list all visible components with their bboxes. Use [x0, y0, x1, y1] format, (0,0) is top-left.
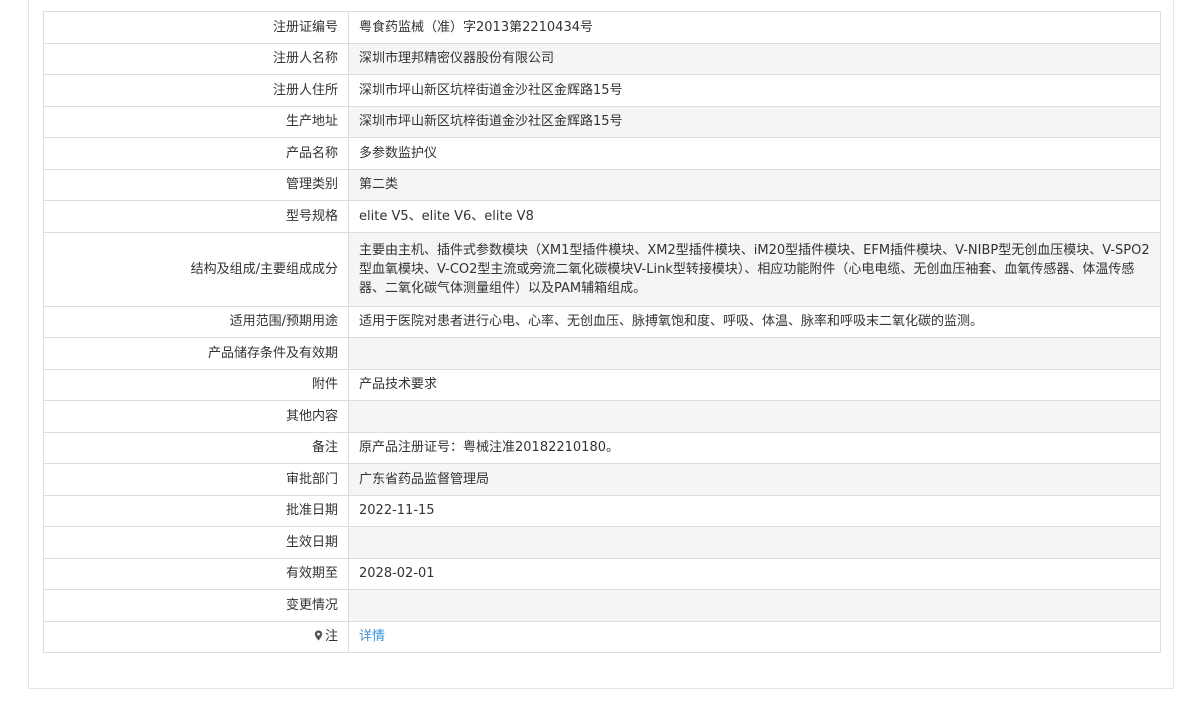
- row-value-other-content: [348, 400, 1161, 433]
- table-row: 产品名称 多参数监护仪: [43, 137, 1161, 170]
- row-label-change-status: 变更情况: [43, 589, 349, 622]
- row-value-structure-composition: 主要由主机、插件式参数模块（XM1型插件模块、XM2型插件模块、iM20型插件模…: [348, 231, 1161, 307]
- row-label-intended-use: 适用范围/预期用途: [43, 305, 349, 338]
- row-value-management-category: 第二类: [348, 168, 1161, 201]
- pin-icon: [314, 628, 323, 641]
- table-row: 附件 产品技术要求: [43, 368, 1161, 401]
- row-value-remarks: 原产品注册证号：粤械注准20182210180。: [348, 431, 1161, 464]
- row-label-structure-composition: 结构及组成/主要组成成分: [43, 231, 349, 307]
- row-label-attachment: 附件: [43, 368, 349, 401]
- row-label-effective-date: 生效日期: [43, 526, 349, 559]
- row-label-remarks: 备注: [43, 431, 349, 464]
- row-label-production-address: 生产地址: [43, 105, 349, 138]
- row-value-model-spec: elite V5、elite V6、elite V8: [348, 200, 1161, 233]
- row-value-product-name: 多参数监护仪: [348, 137, 1161, 170]
- row-label-valid-until: 有效期至: [43, 557, 349, 590]
- table-row: 生效日期: [43, 526, 1161, 559]
- table-row: 注 详情: [43, 620, 1161, 653]
- row-value-intended-use: 适用于医院对患者进行心电、心率、无创血压、脉搏氧饱和度、呼吸、体温、脉率和呼吸末…: [348, 305, 1161, 338]
- table-row: 审批部门 广东省药品监督管理局: [43, 463, 1161, 496]
- table-row: 型号规格 elite V5、elite V6、elite V8: [43, 200, 1161, 233]
- row-value-storage-validity: [348, 337, 1161, 370]
- table-row: 适用范围/预期用途 适用于医院对患者进行心电、心率、无创血压、脉搏氧饱和度、呼吸…: [43, 305, 1161, 338]
- table-row: 变更情况: [43, 589, 1161, 622]
- row-value-valid-until: 2028-02-01: [348, 557, 1161, 590]
- row-label-registrant-address: 注册人住所: [43, 74, 349, 107]
- table-row: 注册证编号 粤食药监械（准）字2013第2210434号: [43, 11, 1161, 44]
- row-label-note: 注: [43, 620, 349, 653]
- table-row: 备注 原产品注册证号：粤械注准20182210180。: [43, 431, 1161, 464]
- row-label-registrant-name: 注册人名称: [43, 42, 349, 75]
- row-value-production-address: 深圳市坪山新区坑梓街道金沙社区金辉路15号: [348, 105, 1161, 138]
- row-label-product-name: 产品名称: [43, 137, 349, 170]
- note-label-text: 注: [324, 629, 338, 645]
- row-label-approval-department: 审批部门: [43, 463, 349, 496]
- table-row: 有效期至 2028-02-01: [43, 557, 1161, 590]
- row-value-change-status: [348, 589, 1161, 622]
- table-row: 其他内容: [43, 400, 1161, 433]
- table-row: 结构及组成/主要组成成分 主要由主机、插件式参数模块（XM1型插件模块、XM2型…: [43, 231, 1161, 307]
- row-value-registrant-name: 深圳市理邦精密仪器股份有限公司: [348, 42, 1161, 75]
- row-value-note: 详情: [348, 620, 1161, 653]
- row-label-registration-number: 注册证编号: [43, 11, 349, 44]
- table-row: 批准日期 2022-11-15: [43, 494, 1161, 527]
- registration-detail-table: 注册证编号 粤食药监械（准）字2013第2210434号 注册人名称 深圳市理邦…: [43, 11, 1161, 653]
- row-label-management-category: 管理类别: [43, 168, 349, 201]
- row-label-other-content: 其他内容: [43, 400, 349, 433]
- row-value-approval-date: 2022-11-15: [348, 494, 1161, 527]
- table-row: 注册人住所 深圳市坪山新区坑梓街道金沙社区金辉路15号: [43, 74, 1161, 107]
- table-row: 管理类别 第二类: [43, 168, 1161, 201]
- row-value-registrant-address: 深圳市坪山新区坑梓街道金沙社区金辉路15号: [348, 74, 1161, 107]
- row-label-model-spec: 型号规格: [43, 200, 349, 233]
- row-value-effective-date: [348, 526, 1161, 559]
- row-label-storage-validity: 产品储存条件及有效期: [43, 337, 349, 370]
- row-label-approval-date: 批准日期: [43, 494, 349, 527]
- table-row: 注册人名称 深圳市理邦精密仪器股份有限公司: [43, 42, 1161, 75]
- table-row: 生产地址 深圳市坪山新区坑梓街道金沙社区金辉路15号: [43, 105, 1161, 138]
- row-value-approval-department: 广东省药品监督管理局: [348, 463, 1161, 496]
- table-row: 产品储存条件及有效期: [43, 337, 1161, 370]
- row-value-attachment: 产品技术要求: [348, 368, 1161, 401]
- details-link[interactable]: 详情: [359, 629, 385, 644]
- row-value-registration-number: 粤食药监械（准）字2013第2210434号: [348, 11, 1161, 44]
